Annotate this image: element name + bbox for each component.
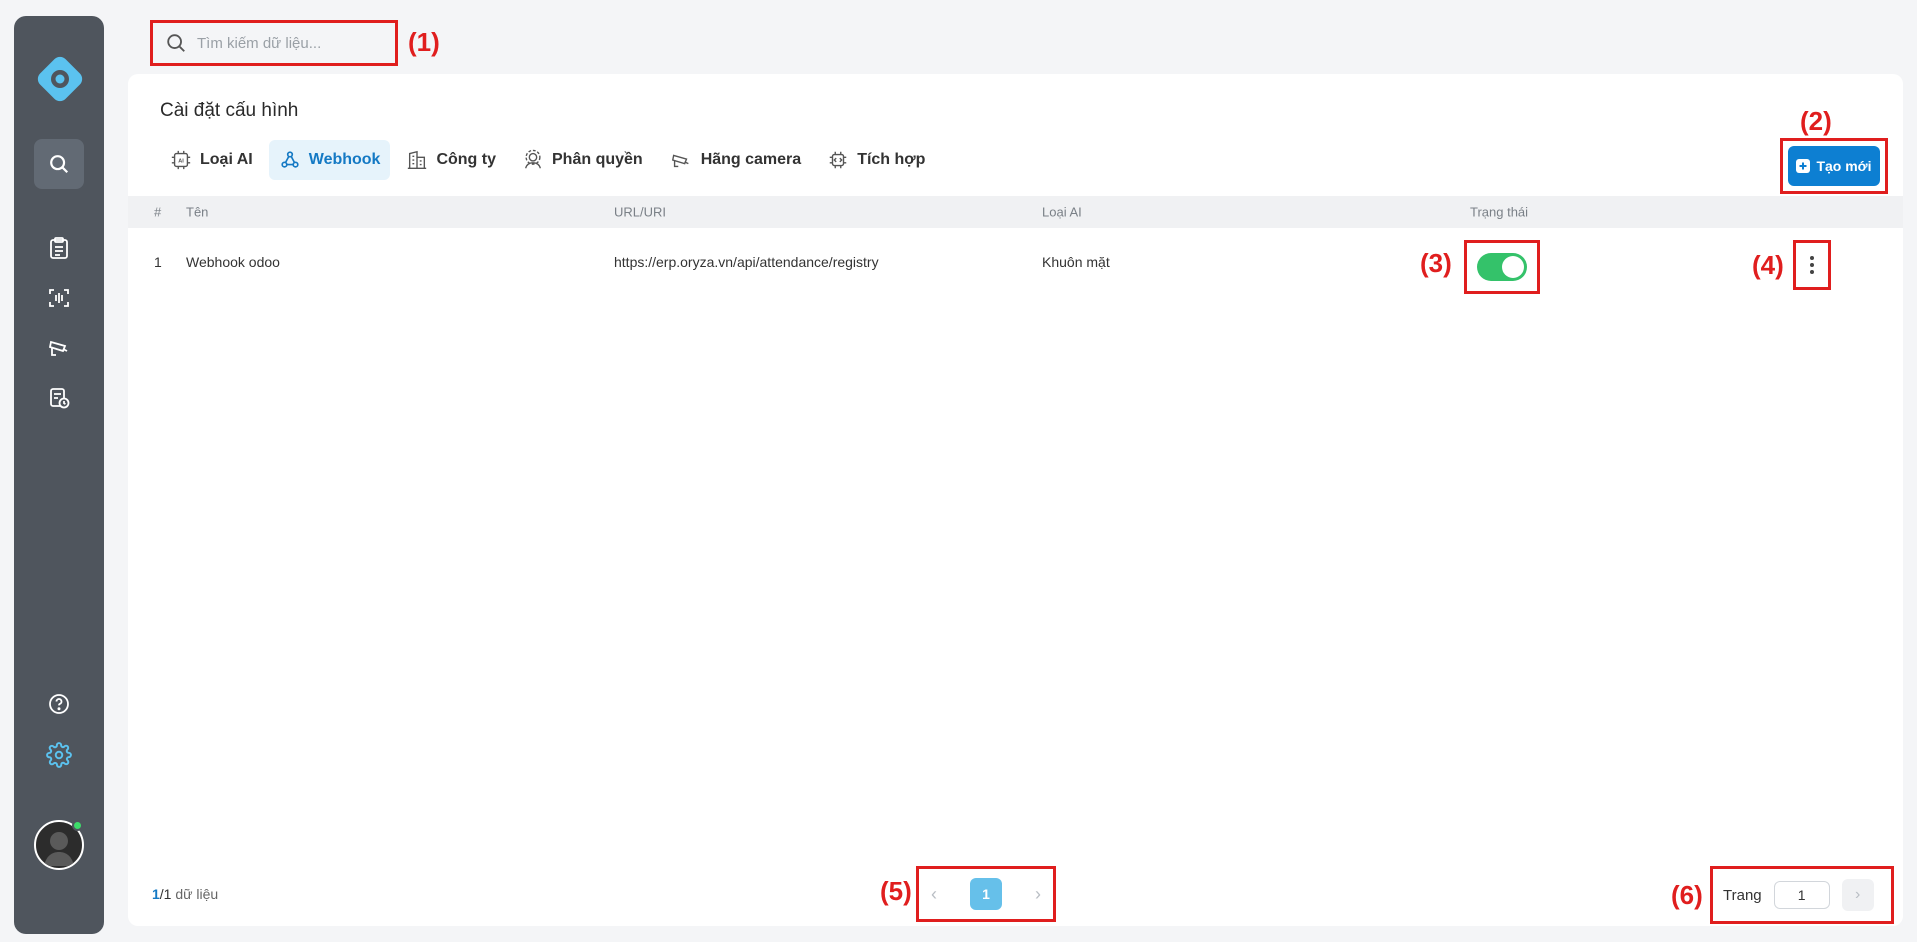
page-jump-label: Trang: [1723, 886, 1762, 904]
page-button-current[interactable]: 1: [970, 878, 1002, 910]
integration-chip-icon: [829, 151, 847, 169]
column-header-name: Tên: [186, 204, 209, 220]
table-header: # Tên URL/URI Loại AI Trạng thái: [128, 196, 1903, 228]
ai-chip-icon: AI: [171, 150, 191, 170]
create-button-highlight: Tạo mới: [1780, 138, 1888, 194]
annotation-label-5: (5): [880, 876, 912, 906]
tab-integration[interactable]: Tích hợp: [817, 140, 935, 180]
tab-ai-type[interactable]: AI Loại AI: [160, 140, 263, 180]
table-row[interactable]: 1 Webhook odoo https://erp.oryza.vn/api/…: [128, 234, 1903, 290]
cctv-camera-icon: [671, 154, 689, 168]
column-header-status: Trạng thái: [1470, 204, 1529, 220]
building-icon: [408, 150, 427, 169]
cell-ai-type: Khuôn mặt: [1042, 254, 1110, 270]
status-toggle-highlight: [1464, 240, 1540, 294]
sidebar: [14, 16, 104, 934]
sidebar-item-settings[interactable]: [41, 737, 77, 773]
tab-label: Loại AI: [200, 151, 253, 168]
chevron-left-icon[interactable]: ‹: [931, 884, 937, 905]
tab-company[interactable]: Công ty: [396, 140, 506, 180]
tab-label: Hãng camera: [700, 151, 802, 168]
chevron-right-icon[interactable]: ›: [1035, 884, 1041, 905]
tab-permissions[interactable]: Phân quyền: [512, 140, 653, 180]
sidebar-item-face-scan[interactable]: [41, 280, 77, 316]
search-box[interactable]: [150, 20, 398, 66]
column-header-ai-type: Loại AI: [1042, 204, 1082, 220]
tab-bar: AI Loại AI Webhook Công ty Phân quyền Hã…: [160, 140, 935, 180]
create-new-button[interactable]: Tạo mới: [1788, 146, 1880, 186]
record-count: 1/1 dữ liệu: [152, 886, 218, 902]
annotation-label-1: (1): [408, 27, 440, 57]
annotation-label-6: (6): [1671, 880, 1703, 910]
annotation-label-3: (3): [1420, 248, 1452, 278]
tab-label: Phân quyền: [552, 151, 643, 168]
record-count-current: 1: [152, 886, 160, 902]
config-card: Cài đặt cấu hình AI Loại AI Webhook Công…: [128, 74, 1903, 926]
tab-camera-brand[interactable]: Hãng camera: [659, 140, 812, 180]
record-count-total: /1: [159, 886, 172, 902]
page-jump-input[interactable]: [1773, 881, 1830, 909]
cell-index: 1: [154, 254, 162, 270]
gear-icon: [46, 742, 72, 768]
search-icon: [50, 155, 69, 174]
column-header-index: #: [154, 204, 162, 220]
users-gear-icon: [524, 149, 542, 169]
tab-label: Công ty: [436, 151, 496, 168]
help-circle-icon: [49, 694, 69, 714]
svg-text:AI: AI: [178, 158, 184, 164]
pagination: ‹ 1 ›: [916, 866, 1056, 922]
webhook-icon: [281, 151, 299, 168]
status-toggle[interactable]: [1477, 253, 1527, 281]
row-menu-highlight: [1793, 240, 1831, 290]
more-vertical-icon[interactable]: [1810, 256, 1814, 274]
clipboard-list-icon: [50, 237, 68, 259]
search-icon: [167, 34, 185, 52]
face-scan-icon: [49, 289, 69, 307]
online-status-dot: [72, 820, 83, 831]
tab-label: Tích hợp: [857, 151, 926, 168]
chevron-right-icon[interactable]: ›: [1841, 879, 1874, 911]
page-jump: Trang ›: [1710, 866, 1894, 924]
cell-url: https://erp.oryza.vn/api/attendance/regi…: [614, 254, 879, 270]
report-clock-icon: [50, 388, 70, 409]
tab-label: Webhook: [308, 151, 381, 168]
page-title: Cài đặt cấu hình: [160, 100, 299, 121]
sidebar-search-button[interactable]: [34, 139, 84, 189]
search-input[interactable]: [197, 34, 377, 52]
plus-square-icon: [1796, 159, 1811, 173]
column-header-url: URL/URI: [614, 204, 667, 220]
create-new-label: Tạo mới: [1816, 158, 1872, 174]
cctv-camera-icon: [48, 340, 68, 356]
sidebar-item-report[interactable]: [41, 380, 77, 416]
tab-webhook[interactable]: Webhook: [268, 140, 391, 180]
sidebar-item-clipboard[interactable]: [41, 230, 77, 266]
sidebar-item-help[interactable]: [41, 686, 77, 722]
cell-name: Webhook odoo: [186, 254, 280, 270]
record-count-suffix: dữ liệu: [171, 886, 219, 902]
annotation-label-2: (2): [1800, 106, 1832, 136]
annotation-label-4: (4): [1752, 250, 1784, 280]
sidebar-item-camera[interactable]: [41, 330, 77, 366]
app-logo[interactable]: [34, 53, 86, 105]
